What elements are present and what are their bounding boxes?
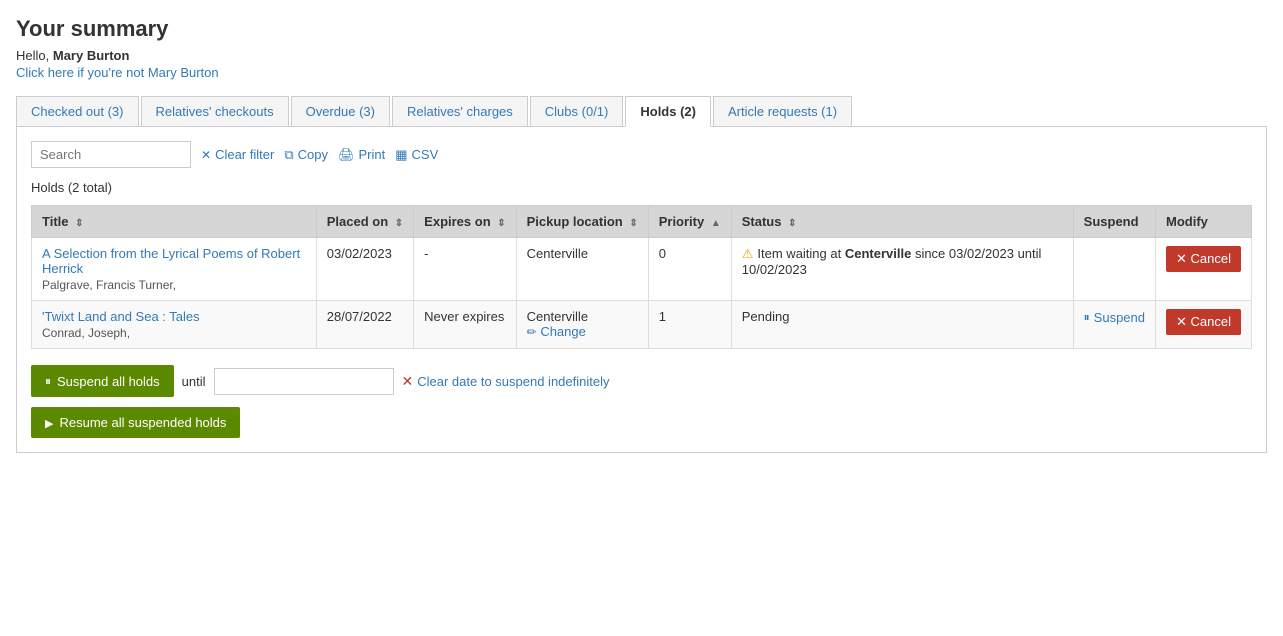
clear-date-link[interactable]: ✕ Clear date to suspend indefinitely: [402, 373, 610, 390]
suspend-all-button[interactable]: Suspend all holds: [31, 365, 174, 397]
cell-placed-on: 28/07/2022: [316, 301, 413, 349]
page-title: Your summary: [16, 16, 1267, 42]
search-input[interactable]: [31, 141, 191, 168]
holds-table: Title ⇕ Placed on ⇕ Expires on ⇕ Pickup …: [31, 205, 1252, 349]
csv-button[interactable]: CSV: [395, 147, 438, 163]
col-status: Status ⇕: [731, 206, 1073, 238]
cell-suspend: [1073, 238, 1155, 301]
status-text: Item waiting at: [757, 246, 844, 261]
pickup-location-text: Centerville: [527, 309, 638, 324]
tab-article-requests--1-[interactable]: Article requests (1): [713, 96, 852, 126]
suspend-button[interactable]: Suspend: [1084, 309, 1145, 325]
play-icon: [45, 415, 53, 430]
tab-relatives--checkouts[interactable]: Relatives' checkouts: [141, 96, 289, 126]
suspend-all-label: Suspend all holds: [57, 374, 160, 389]
sort-priority-icon[interactable]: ▲: [711, 218, 721, 229]
status-bold-text: Centerville: [845, 246, 911, 261]
resume-all-row: Resume all suspended holds: [31, 407, 1252, 438]
book-title-link[interactable]: A Selection from the Lyrical Poems of Ro…: [42, 246, 300, 276]
cell-expires-on: -: [414, 238, 516, 301]
author-text: Conrad, Joseph,: [42, 326, 306, 340]
csv-icon: [395, 147, 407, 163]
until-label: until: [182, 374, 206, 389]
sort-status-icon[interactable]: ⇕: [788, 218, 796, 229]
book-title-link[interactable]: 'Twixt Land and Sea : Tales: [42, 309, 200, 324]
cancel-button[interactable]: ✕ Cancel: [1166, 246, 1241, 272]
print-label: Print: [358, 147, 385, 162]
table-row: 'Twixt Land and Sea : Tales Conrad, Josep…: [32, 301, 1252, 349]
tab-overdue--3-[interactable]: Overdue (3): [291, 96, 390, 126]
tab-relatives--charges[interactable]: Relatives' charges: [392, 96, 528, 126]
col-suspend: Suspend: [1073, 206, 1155, 238]
table-row: A Selection from the Lyrical Poems of Ro…: [32, 238, 1252, 301]
clear-x-icon: [201, 147, 211, 162]
cell-title: A Selection from the Lyrical Poems of Ro…: [32, 238, 317, 301]
sort-title-icon[interactable]: ⇕: [75, 218, 83, 229]
tab-checked-out--3-[interactable]: Checked out (3): [16, 96, 139, 126]
cancel-button[interactable]: ✕ Cancel: [1166, 309, 1241, 335]
cell-expires-on: Never expires: [414, 301, 516, 349]
pause-icon: [45, 373, 51, 389]
x-red-icon: ✕: [402, 373, 414, 390]
col-placed-on: Placed on ⇕: [316, 206, 413, 238]
resume-all-label: Resume all suspended holds: [59, 415, 226, 430]
change-pickup-link[interactable]: Change: [527, 324, 586, 339]
tab-bar: Checked out (3)Relatives' checkoutsOverd…: [16, 96, 1267, 127]
table-header-row: Title ⇕ Placed on ⇕ Expires on ⇕ Pickup …: [32, 206, 1252, 238]
col-priority: Priority ▲: [648, 206, 731, 238]
author-text: Palgrave, Francis Turner,: [42, 278, 306, 292]
print-button[interactable]: Print: [338, 147, 385, 163]
copy-button[interactable]: Copy: [284, 147, 328, 163]
clear-date-label: Clear date to suspend indefinitely: [417, 374, 609, 389]
cell-status: ⚠Item waiting at Centerville since 03/02…: [731, 238, 1073, 301]
greeting-text: Hello, Mary Burton: [16, 48, 1267, 63]
col-pickup: Pickup location ⇕: [516, 206, 648, 238]
holds-total: Holds (2 total): [31, 180, 1252, 195]
content-area: Clear filter Copy Print CSV Holds (2 tot…: [16, 127, 1267, 453]
col-modify: Modify: [1156, 206, 1252, 238]
toolbar: Clear filter Copy Print CSV: [31, 141, 1252, 168]
pause-suspend-icon: [1084, 309, 1090, 325]
sort-placed-icon[interactable]: ⇕: [395, 218, 403, 229]
tab-holds--2-[interactable]: Holds (2): [625, 96, 711, 127]
cell-pickup: Centerville: [516, 238, 648, 301]
cell-priority: 1: [648, 301, 731, 349]
cell-pickup: Centerville Change: [516, 301, 648, 349]
csv-label: CSV: [412, 147, 439, 162]
clear-filter-label: Clear filter: [215, 147, 274, 162]
bottom-actions: Suspend all holds until ✕ Clear date to …: [31, 365, 1252, 438]
col-title: Title ⇕: [32, 206, 317, 238]
cell-title: 'Twixt Land and Sea : Tales Conrad, Josep…: [32, 301, 317, 349]
copy-icon: [284, 147, 293, 163]
col-expires-on: Expires on ⇕: [414, 206, 516, 238]
cell-status: Pending: [731, 301, 1073, 349]
greeting-username: Mary Burton: [53, 48, 130, 63]
resume-all-button[interactable]: Resume all suspended holds: [31, 407, 240, 438]
greeting-hello: Hello,: [16, 48, 53, 63]
pencil-icon: [527, 324, 537, 339]
status-warning-icon: ⚠: [742, 246, 754, 261]
not-user-link[interactable]: Click here if you're not Mary Burton: [16, 65, 219, 80]
sort-expires-icon[interactable]: ⇕: [497, 218, 505, 229]
suspend-all-row: Suspend all holds until ✕ Clear date to …: [31, 365, 1252, 397]
tab-clubs--0-1-[interactable]: Clubs (0/1): [530, 96, 624, 126]
clear-filter-button[interactable]: Clear filter: [201, 147, 274, 162]
copy-label: Copy: [298, 147, 328, 162]
sort-pickup-icon[interactable]: ⇕: [629, 218, 637, 229]
cell-placed-on: 03/02/2023: [316, 238, 413, 301]
cell-suspend: Suspend: [1073, 301, 1155, 349]
cell-modify: ✕ Cancel: [1156, 238, 1252, 301]
cell-priority: 0: [648, 238, 731, 301]
suspend-date-input[interactable]: [214, 368, 394, 395]
print-icon: [338, 147, 355, 163]
cell-modify: ✕ Cancel: [1156, 301, 1252, 349]
